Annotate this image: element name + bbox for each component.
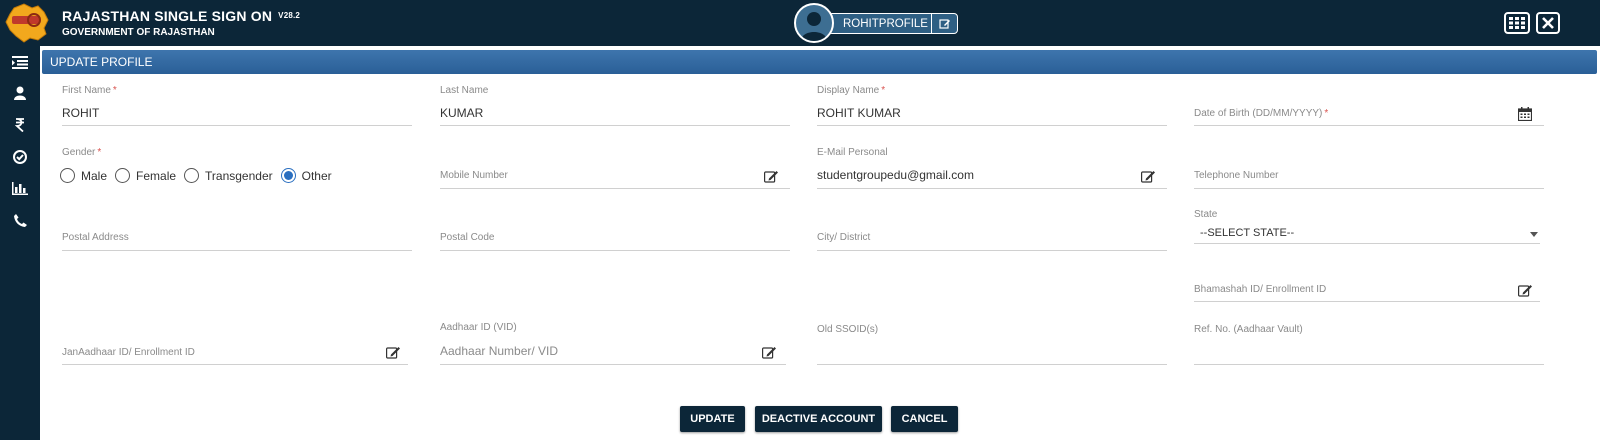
email-label: E-Mail Personal [817, 147, 888, 158]
user-icon[interactable] [9, 84, 31, 102]
first-name-input[interactable]: ROHIT [62, 106, 99, 120]
aadhaar-placeholder: Aadhaar Number/ VID [440, 344, 559, 358]
grid-icon [1509, 17, 1525, 29]
mobile-edit-icon[interactable] [764, 170, 780, 184]
dob-field[interactable]: Date of Birth (DD/MM/YYYY) * [1194, 85, 1544, 127]
profile-name: ROHITPROFILE [843, 17, 928, 30]
postal-address-placeholder: Postal Address [62, 232, 129, 243]
ref-no-field[interactable]: Ref. No. (Aadhaar Vault) [1194, 322, 1544, 366]
gender-radio-other[interactable]: Other [280, 168, 332, 183]
old-ssoid-placeholder: Old SSOID(s) [817, 324, 879, 335]
postal-address-field[interactable]: Postal Address [62, 209, 412, 251]
postal-code-placeholder: Postal Code [440, 232, 495, 243]
gender-radio-female[interactable]: Female [115, 168, 176, 183]
app-subtitle: GOVERNMENT OF RAJASTHAN [62, 27, 215, 38]
janaadhaar-field[interactable]: JanAadhaar ID/ Enrollment ID [62, 322, 408, 366]
profile-name-box[interactable]: ROHITPROFILE [828, 13, 958, 34]
calendar-icon[interactable] [1517, 107, 1534, 122]
gender-radio-transgender[interactable]: Transgender [184, 168, 273, 183]
janaadhaar-edit-icon[interactable] [386, 346, 402, 360]
gender-label: Gender [62, 147, 96, 158]
old-ssoid-field[interactable]: Old SSOID(s) [817, 322, 1167, 366]
bhamashah-field[interactable]: Bhamashah ID/ Enrollment ID [1194, 279, 1540, 303]
panel-header: UPDATE PROFILE [42, 50, 1597, 74]
cancel-button[interactable]: CANCEL [891, 406, 958, 432]
mobile-field[interactable]: Mobile Number [440, 147, 790, 189]
dob-placeholder: Date of Birth (DD/MM/YYYY) [1194, 108, 1323, 119]
app-version: V28.2 [278, 11, 301, 20]
mobile-placeholder: Mobile Number [440, 170, 508, 181]
display-name-label: Display Name [817, 85, 880, 96]
ref-no-placeholder: Ref. No. (Aadhaar Vault) [1194, 324, 1303, 335]
display-name-field[interactable]: Display Name * ROHIT KUMAR [817, 85, 1167, 127]
janaadhaar-placeholder: JanAadhaar ID/ Enrollment ID [62, 347, 195, 358]
telephone-field[interactable]: Telephone Number [1194, 147, 1544, 189]
state-select[interactable]: State --SELECT STATE-- [1194, 209, 1540, 244]
first-name-field[interactable]: First Name * ROHIT [62, 85, 412, 127]
city-field[interactable]: City/ District [817, 209, 1167, 251]
email-edit-icon[interactable] [1141, 170, 1157, 184]
gender-radio-male[interactable]: Male [60, 168, 107, 183]
top-bar: RAJASTHAN SINGLE SIGN ON V28.2 GOVERNMENT… [0, 0, 1600, 46]
check-circle-icon[interactable] [9, 148, 31, 166]
telephone-placeholder: Telephone Number [1194, 170, 1279, 181]
bar-chart-icon[interactable] [9, 179, 31, 197]
avatar[interactable] [794, 3, 834, 43]
update-button[interactable]: UPDATE [680, 406, 745, 432]
last-name-field[interactable]: Last Name KUMAR [440, 85, 790, 127]
last-name-input[interactable]: KUMAR [440, 106, 483, 120]
deactive-account-button[interactable]: DEACTIVE ACCOUNT [755, 406, 882, 432]
bhamashah-placeholder: Bhamashah ID/ Enrollment ID [1194, 284, 1327, 295]
sidebar [0, 46, 40, 440]
profile-edit-icon[interactable] [931, 14, 957, 33]
state-selected-value: --SELECT STATE-- [1200, 227, 1295, 239]
last-name-label: Last Name [440, 85, 489, 96]
brand: RAJASTHAN SINGLE SIGN ON V28.2 GOVERNMENT… [62, 8, 300, 38]
close-icon [1542, 17, 1554, 29]
email-field[interactable]: E-Mail Personal studentgroupedu@gmail.co… [817, 147, 1167, 189]
rupee-icon[interactable] [9, 116, 31, 134]
menu-list-icon[interactable] [9, 53, 31, 71]
display-name-input[interactable]: ROHIT KUMAR [817, 106, 901, 120]
email-input[interactable]: studentgroupedu@gmail.com [817, 168, 974, 182]
app-title: RAJASTHAN SINGLE SIGN ON [62, 8, 273, 24]
close-button[interactable] [1536, 12, 1560, 34]
aadhaar-label: Aadhaar ID (VID) [440, 322, 517, 333]
state-label: State [1194, 209, 1218, 220]
phone-icon[interactable] [9, 211, 31, 229]
rajasthan-logo-icon [4, 2, 50, 44]
chevron-down-icon [1530, 232, 1538, 237]
postal-code-field[interactable]: Postal Code [440, 209, 790, 251]
city-placeholder: City/ District [817, 232, 871, 243]
panel-title: UPDATE PROFILE [50, 55, 153, 69]
aadhaar-field[interactable]: Aadhaar ID (VID) Aadhaar Number/ VID [440, 322, 786, 366]
apps-grid-button[interactable] [1504, 12, 1530, 34]
aadhaar-edit-icon[interactable] [762, 346, 778, 360]
first-name-label: First Name [62, 85, 111, 96]
gender-radio-group: Male Female Transgender Other [60, 168, 340, 183]
bhamashah-edit-icon[interactable] [1518, 284, 1534, 298]
